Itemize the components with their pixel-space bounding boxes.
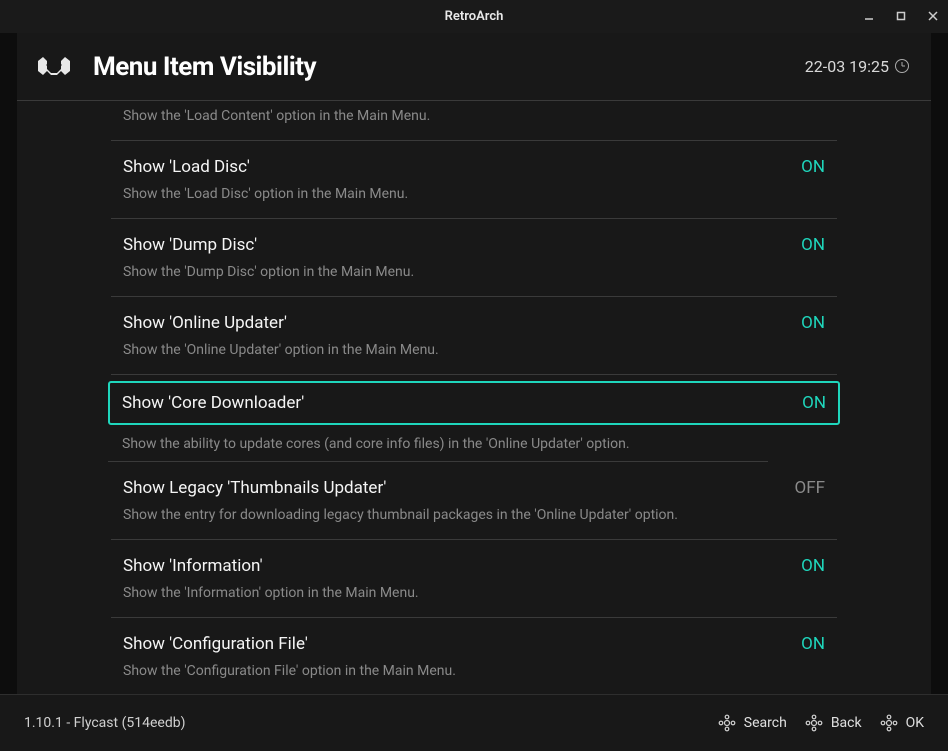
action-label: OK (906, 715, 924, 731)
setting-row: Show 'Core Downloader' ON (108, 381, 840, 425)
setting-description: Show the entry for downloading legacy th… (123, 500, 783, 529)
setting-label: Show Legacy 'Thumbnails Updater' (123, 478, 386, 498)
action-back[interactable]: Back (805, 714, 862, 732)
setting-item[interactable]: Show 'Load Disc' ON Show the 'Load Disc' o… (111, 141, 837, 219)
footer-bar: 1.10.1 - Flycast (514eedb) Search Back O… (0, 694, 948, 751)
setting-label: Show 'Core Downloader' (122, 393, 304, 413)
maximize-button[interactable] (892, 10, 910, 24)
setting-value: ON (801, 313, 825, 333)
setting-value: OFF (795, 478, 826, 498)
setting-row: Show Legacy 'Thumbnails Updater' OFF (123, 472, 825, 500)
setting-row: Show 'Information' ON (123, 550, 825, 578)
clock-icon (895, 59, 909, 73)
page-header: Menu Item Visibility 22-03 19:25 (17, 33, 931, 101)
window-titlebar: RetroArch (0, 0, 948, 33)
action-label: Back (831, 715, 862, 731)
action-label: Search (744, 715, 787, 731)
window-title: RetroArch (445, 9, 504, 24)
setting-label: Show 'Configuration File' (123, 634, 308, 654)
retroarch-icon (35, 53, 73, 81)
close-button[interactable] (924, 10, 942, 24)
setting-description: Show the 'Dump Disc' option in the Main … (123, 257, 783, 286)
setting-value: ON (801, 556, 825, 576)
setting-row: Show 'Online Updater' ON (123, 307, 825, 335)
gamepad-icon (880, 714, 898, 732)
setting-item[interactable]: Show 'Core Downloader' ON Show the ability… (108, 381, 840, 463)
setting-item[interactable]: Show 'Configuration File' ON Show the 'Con… (111, 618, 837, 694)
setting-item[interactable]: Show 'Online Updater' ON Show the 'Online … (111, 297, 837, 375)
setting-row: Show 'Dump Disc' ON (123, 229, 825, 257)
setting-value: ON (801, 157, 825, 177)
setting-label: Show 'Information' (123, 556, 263, 576)
clock: 22-03 19:25 (805, 57, 909, 76)
setting-item[interactable]: Show the 'Load Content' option in the Ma… (111, 101, 837, 141)
setting-item[interactable]: Show Legacy 'Thumbnails Updater'OFFShow … (111, 462, 837, 540)
action-ok[interactable]: OK (880, 714, 924, 732)
gamepad-icon (805, 714, 823, 732)
setting-row: Show 'Configuration File' ON (123, 628, 825, 656)
setting-description: Show the ability to update cores (and co… (108, 425, 768, 463)
setting-description: Show the 'Load Content' option in the Ma… (123, 101, 783, 130)
clock-time: 22-03 19:25 (805, 57, 889, 76)
setting-description: Show the 'Online Updater' option in the … (123, 335, 783, 364)
setting-description: Show the 'Load Disc' option in the Main … (123, 179, 783, 208)
settings-list[interactable]: Show the 'Load Content' option in the Ma… (17, 101, 931, 694)
setting-label: Show 'Load Disc' (123, 157, 250, 177)
setting-item[interactable]: Show 'Information' ON Show the 'Informatio… (111, 540, 837, 618)
setting-value: ON (802, 393, 826, 413)
setting-description: Show the 'Information' option in the Mai… (123, 578, 783, 607)
setting-value: ON (801, 235, 825, 255)
setting-row: Show 'Load Disc' ON (123, 151, 825, 179)
setting-label: Show 'Online Updater' (123, 313, 287, 333)
action-search[interactable]: Search (718, 714, 787, 732)
window-controls (860, 0, 942, 33)
gamepad-icon (718, 714, 736, 732)
version-text: 1.10.1 - Flycast (514eedb) (24, 715, 185, 731)
setting-description: Show the 'Configuration File' option in … (123, 656, 783, 685)
setting-item[interactable]: Show 'Dump Disc' ON Show the 'Dump Disc' o… (111, 219, 837, 297)
footer-actions: Search Back OK (718, 714, 924, 732)
setting-label: Show 'Dump Disc' (123, 235, 257, 255)
content-area: Menu Item Visibility 22-03 19:25 Show th… (17, 33, 931, 751)
page-title: Menu Item Visibility (93, 52, 316, 82)
setting-value: ON (801, 634, 825, 654)
minimize-button[interactable] (860, 10, 878, 24)
